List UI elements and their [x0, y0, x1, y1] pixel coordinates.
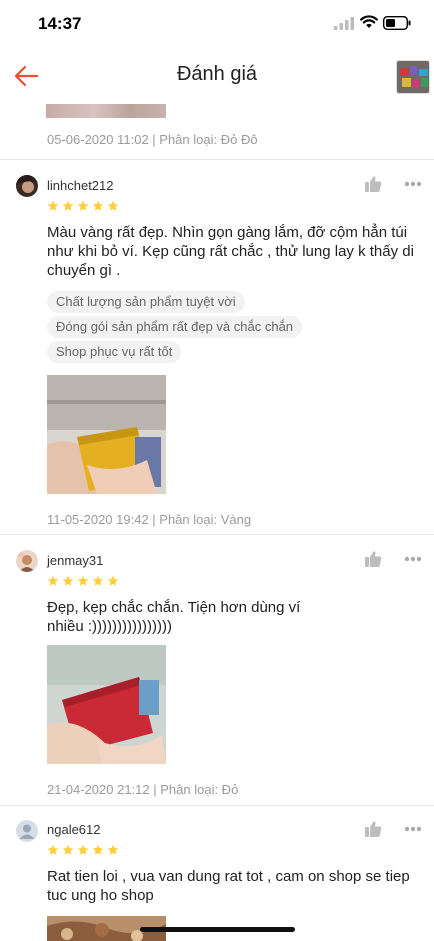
- status-bar: 14:37: [0, 0, 434, 48]
- review-list[interactable]: 05-06-2020 11:02 | Phân loại: Đỏ Đô linh…: [0, 104, 434, 941]
- more-icon[interactable]: [404, 181, 422, 187]
- thumbs-up-icon[interactable]: [364, 550, 382, 568]
- battery-icon: [383, 16, 411, 30]
- avatar[interactable]: [16, 175, 38, 197]
- divider: [0, 159, 434, 160]
- status-time: 14:37: [38, 14, 82, 33]
- review-text: Đẹp, kẹp chắc chắn. Tiện hơn dùng ví nhi…: [47, 599, 301, 635]
- avatar[interactable]: [16, 820, 38, 842]
- star-icon: [62, 575, 74, 586]
- star-icon: [92, 844, 104, 855]
- star-icon: [77, 575, 89, 586]
- review-meta: 11-05-2020 19:42 | Phân loại: Vàng: [47, 512, 252, 527]
- thumbs-up-icon[interactable]: [364, 175, 382, 193]
- signal-icon: [334, 17, 354, 30]
- header-bar: Đánh giá: [0, 48, 434, 104]
- more-icon[interactable]: [404, 556, 422, 562]
- star-icon: [92, 200, 104, 211]
- review-text: Màu vàng rất đẹp. Nhìn gọn gàng lắm, đỡ …: [47, 224, 414, 279]
- star-icon: [107, 200, 119, 211]
- review-tag: Chất lượng sản phẩm tuyệt vời: [47, 291, 245, 313]
- review-meta: 21-04-2020 21:12 | Phân loại: Đỏ: [47, 782, 239, 797]
- page-title: Đánh giá: [176, 63, 258, 85]
- avatar[interactable]: [16, 550, 38, 572]
- divider: [0, 534, 434, 535]
- thumbs-up-icon[interactable]: [364, 820, 382, 838]
- review-username: ngale612: [47, 822, 101, 837]
- star-icon: [47, 844, 59, 855]
- star-icon: [62, 844, 74, 855]
- star-rating: [47, 200, 119, 212]
- star-icon: [77, 200, 89, 211]
- review-text: Rat tien loi , vua van dung rat tot , ca…: [47, 868, 410, 904]
- review-username: jenmay31: [47, 553, 104, 568]
- star-icon: [92, 575, 104, 586]
- wifi-icon: [360, 15, 378, 28]
- star-icon: [47, 200, 59, 211]
- review-username: linhchet212: [47, 178, 114, 193]
- star-icon: [62, 200, 74, 211]
- review-photo[interactable]: [47, 375, 166, 494]
- review-tag: Shop phục vụ rất tốt: [47, 341, 182, 363]
- review-photo[interactable]: [47, 645, 166, 764]
- star-icon: [107, 575, 119, 586]
- star-rating: [47, 844, 119, 856]
- home-indicator[interactable]: [140, 927, 295, 932]
- review-tag: Đóng gói sản phẩm rất đẹp và chắc chắn: [47, 316, 303, 338]
- star-icon: [47, 575, 59, 586]
- divider: [0, 805, 434, 806]
- product-thumbnail[interactable]: [396, 60, 430, 94]
- star-rating: [47, 575, 119, 587]
- more-icon[interactable]: [404, 826, 422, 832]
- review-photo[interactable]: [46, 104, 166, 118]
- star-icon: [77, 844, 89, 855]
- star-icon: [107, 844, 119, 855]
- review-meta: 05-06-2020 11:02 | Phân loại: Đỏ Đô: [47, 132, 258, 147]
